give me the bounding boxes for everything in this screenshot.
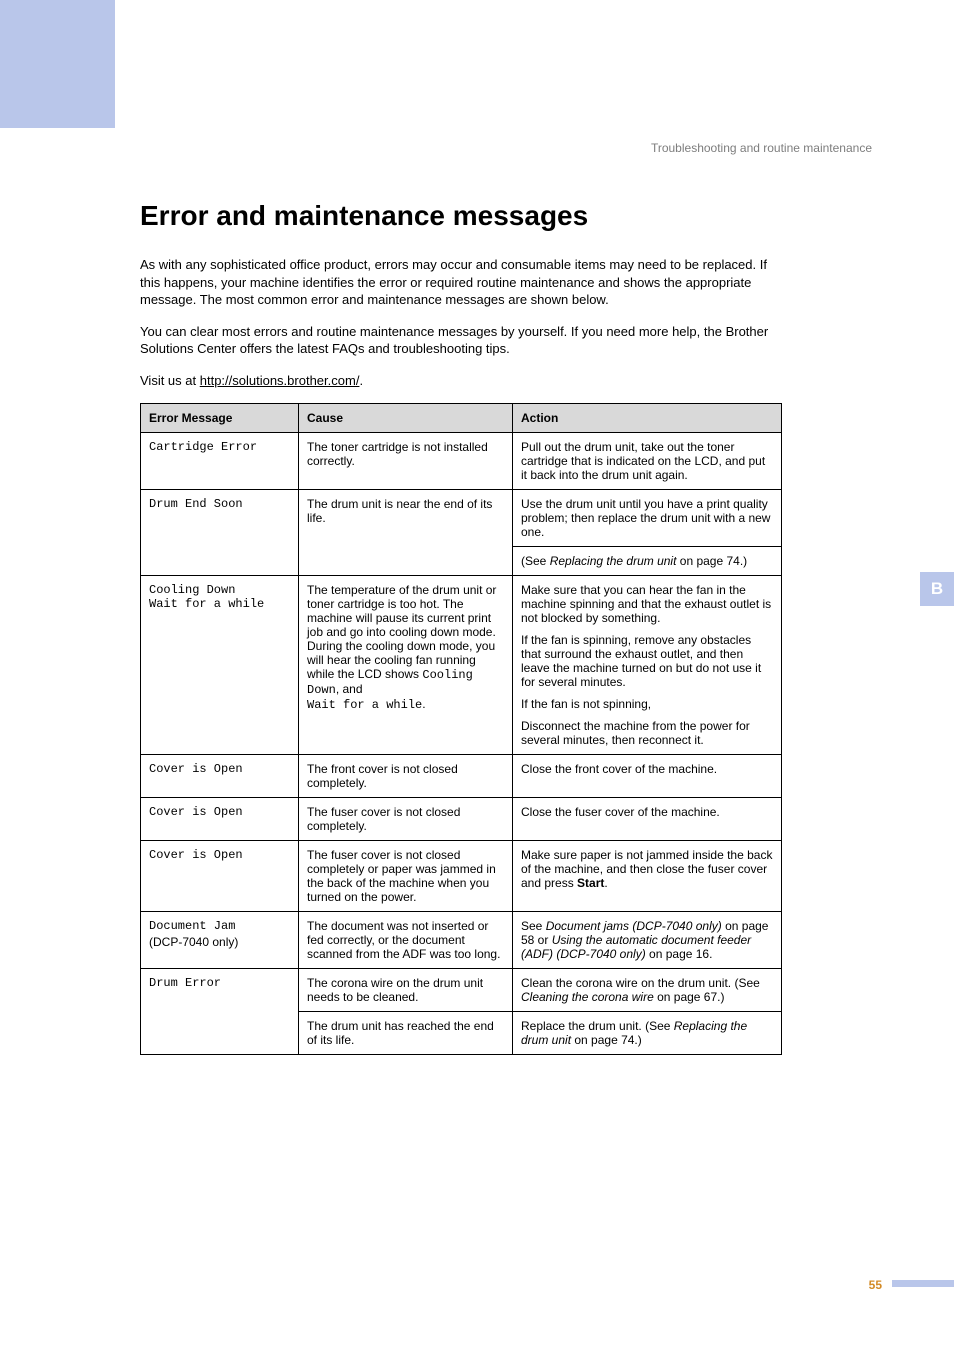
page: Troubleshooting and routine maintenance … xyxy=(0,0,954,1350)
cell-error-message: Drum Error xyxy=(141,969,299,1055)
action-text: See xyxy=(521,919,546,933)
action-text: on page 74.) xyxy=(676,554,747,568)
action-ref: Cleaning the corona wire xyxy=(521,990,654,1004)
cell-action: Clean the corona wire on the drum unit. … xyxy=(513,969,782,1012)
error-table: Error Message Cause Action Cartridge Err… xyxy=(140,403,782,1055)
table-row: Cartridge Error The toner cartridge is n… xyxy=(141,433,782,490)
table-row: Document Jam (DCP-7040 only) The documen… xyxy=(141,912,782,969)
intro-paragraph-1: As with any sophisticated office product… xyxy=(140,256,782,309)
msg-code: Document Jam xyxy=(149,919,235,933)
msg-line: Cooling Down xyxy=(149,583,235,597)
cell-action: Replace the drum unit. (See Replacing th… xyxy=(513,1012,782,1055)
breadcrumb: Troubleshooting and routine maintenance xyxy=(651,141,872,155)
action-paragraph: If the fan is spinning, remove any obsta… xyxy=(521,633,773,689)
cell-cause: The toner cartridge is not installed cor… xyxy=(299,433,513,490)
cell-cause: The temperature of the drum unit or tone… xyxy=(299,576,513,755)
cell-error-message: Cover is Open xyxy=(141,755,299,798)
action-text: Make sure paper is not jammed inside the… xyxy=(521,848,772,890)
cause-mono: Wait for a while xyxy=(307,698,422,712)
table-header-row: Error Message Cause Action xyxy=(141,404,782,433)
action-paragraph: Disconnect the machine from the power fo… xyxy=(521,719,773,747)
cell-error-message: Cover is Open xyxy=(141,798,299,841)
cause-text: , and xyxy=(336,682,363,696)
msg-line: Wait for a while xyxy=(149,597,264,611)
section-tab: B xyxy=(920,572,954,606)
action-paragraph: If the fan is not spinning, xyxy=(521,697,773,711)
action-ref: Document jams (DCP-7040 only) xyxy=(546,919,722,933)
visit-prefix: Visit us at xyxy=(140,373,200,388)
page-number-bar xyxy=(892,1280,954,1287)
th-action: Action xyxy=(513,404,782,433)
visit-link[interactable]: http://solutions.brother.com/ xyxy=(200,373,360,388)
action-text: Replace the drum unit. (See xyxy=(521,1019,674,1033)
table-row: Cover is Open The fuser cover is not clo… xyxy=(141,798,782,841)
action-paragraph: Make sure that you can hear the fan in t… xyxy=(521,583,773,625)
action-text: on page 67.) xyxy=(654,990,725,1004)
action-text: Clean the corona wire on the drum unit. … xyxy=(521,976,760,990)
cell-error-message: Document Jam (DCP-7040 only) xyxy=(141,912,299,969)
cell-cause: The front cover is not closed completely… xyxy=(299,755,513,798)
th-error-message: Error Message xyxy=(141,404,299,433)
table-row: Cover is Open The fuser cover is not clo… xyxy=(141,841,782,912)
cell-cause: The drum unit is near the end of its lif… xyxy=(299,490,513,576)
cell-action: Use the drum unit until you have a print… xyxy=(513,490,782,547)
main-content: Error and maintenance messages As with a… xyxy=(140,200,782,1055)
cell-action: (See Replacing the drum unit on page 74.… xyxy=(513,547,782,576)
page-number: 55 xyxy=(869,1278,882,1292)
msg-note: (DCP-7040 only) xyxy=(149,935,290,949)
header-band xyxy=(0,0,954,128)
cell-action: Close the front cover of the machine. xyxy=(513,755,782,798)
action-ref: Replacing the drum unit xyxy=(550,554,677,568)
cell-cause: The document was not inserted or fed cor… xyxy=(299,912,513,969)
table-row: Cover is Open The front cover is not clo… xyxy=(141,755,782,798)
cell-cause: The fuser cover is not closed completely… xyxy=(299,798,513,841)
cell-error-message: Drum End Soon xyxy=(141,490,299,576)
intro-paragraph-2: You can clear most errors and routine ma… xyxy=(140,323,782,358)
cell-cause: The fuser cover is not closed completely… xyxy=(299,841,513,912)
header-band-white xyxy=(115,0,954,128)
visit-suffix: . xyxy=(359,373,363,388)
visit-paragraph: Visit us at http://solutions.brother.com… xyxy=(140,372,782,390)
table-row: Drum Error The corona wire on the drum u… xyxy=(141,969,782,1012)
table-row: Drum End Soon The drum unit is near the … xyxy=(141,490,782,547)
cell-action: Make sure that you can hear the fan in t… xyxy=(513,576,782,755)
action-text: (See xyxy=(521,554,550,568)
cause-text: The temperature of the drum unit or tone… xyxy=(307,583,496,681)
header-band-blue xyxy=(0,0,115,128)
cell-cause: The corona wire on the drum unit needs t… xyxy=(299,969,513,1012)
cell-action: Pull out the drum unit, take out the ton… xyxy=(513,433,782,490)
action-text: . xyxy=(604,876,607,890)
cell-action: Make sure paper is not jammed inside the… xyxy=(513,841,782,912)
cell-error-message: Cartridge Error xyxy=(141,433,299,490)
cell-error-message: Cooling Down Wait for a while xyxy=(141,576,299,755)
table-row: Cooling Down Wait for a while The temper… xyxy=(141,576,782,755)
action-text: on page 16. xyxy=(646,947,713,961)
action-bold: Start xyxy=(577,876,604,890)
cell-action: Close the fuser cover of the machine. xyxy=(513,798,782,841)
cell-error-message: Cover is Open xyxy=(141,841,299,912)
cell-action: See Document jams (DCP-7040 only) on pag… xyxy=(513,912,782,969)
cause-text: . xyxy=(422,697,425,711)
action-ref: Using the automatic document feeder (ADF… xyxy=(521,933,751,961)
action-text: on page 74.) xyxy=(571,1033,642,1047)
cell-cause: The drum unit has reached the end of its… xyxy=(299,1012,513,1055)
th-cause: Cause xyxy=(299,404,513,433)
page-title: Error and maintenance messages xyxy=(140,200,782,232)
